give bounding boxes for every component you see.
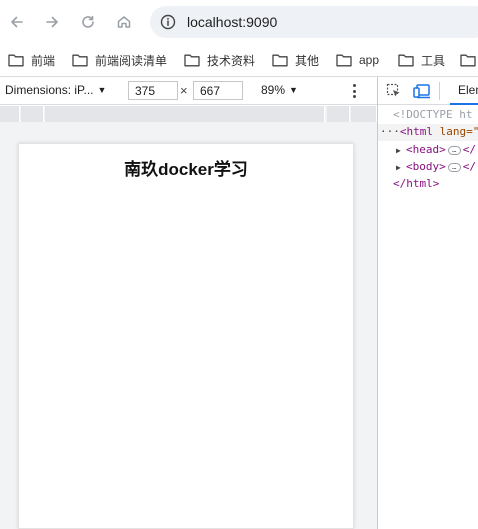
- devtools-tabbar: Elem: [378, 77, 478, 105]
- folder-icon: [398, 54, 414, 67]
- head-tag: <head>: [406, 143, 446, 156]
- folder-icon: [336, 54, 352, 67]
- tab-elements[interactable]: Elem: [458, 83, 478, 97]
- head-close-frag: </: [462, 143, 476, 156]
- dropdown-arrow-icon: ▼: [289, 85, 298, 95]
- device-mode-icon: [413, 84, 430, 99]
- width-input[interactable]: [128, 81, 178, 100]
- home-button[interactable]: [113, 11, 135, 33]
- arrow-right-icon: [46, 16, 58, 28]
- ruler-segment[interactable]: [327, 106, 350, 122]
- media-query-ruler: [0, 106, 378, 122]
- bookmark-folder-app[interactable]: app: [336, 51, 379, 69]
- bookmark-label: 工具: [421, 53, 446, 68]
- address-bar[interactable]: localhost:9090: [150, 6, 478, 38]
- device-toolbar-toggle[interactable]: [413, 82, 431, 100]
- bookmark-label: 前端: [31, 53, 56, 68]
- url-text: localhost:9090: [187, 14, 278, 30]
- bookmark-folder-frontend[interactable]: 前端: [8, 51, 55, 69]
- device-select-label: Dimensions: iP...: [5, 83, 94, 97]
- ruler-segment[interactable]: [0, 106, 20, 122]
- ruler-segment[interactable]: [351, 106, 377, 122]
- forward-button[interactable]: [41, 11, 63, 33]
- kebab-dot: [352, 89, 356, 93]
- bookmark-label: 其他: [295, 53, 320, 68]
- dom-html-close[interactable]: </html>: [393, 177, 439, 190]
- bookmark-label: 技术资料: [207, 53, 256, 68]
- dom-body-node[interactable]: ▶ <body>… </: [396, 160, 476, 173]
- folder-icon: [8, 54, 24, 67]
- dom-head-node[interactable]: ▶ <head>… </: [396, 143, 476, 156]
- more-options-button[interactable]: [350, 82, 358, 100]
- bookmark-label: 前端阅读清单: [95, 53, 168, 68]
- bookmark-folder-overflow[interactable]: [460, 51, 476, 69]
- dimension-separator: ×: [180, 83, 188, 98]
- site-info-button[interactable]: [158, 12, 178, 32]
- inspect-element-button[interactable]: [385, 82, 403, 100]
- folder-icon: [272, 54, 288, 67]
- bookmark-label: app: [359, 53, 380, 67]
- reload-icon: [82, 15, 94, 28]
- node-more-icon[interactable]: ···: [380, 125, 400, 138]
- ellipsis-icon[interactable]: …: [447, 145, 461, 155]
- kebab-dot: [352, 84, 356, 87]
- dom-doctype[interactable]: <!DOCTYPE ht: [393, 108, 472, 121]
- devtools-divider: [439, 82, 440, 100]
- folder-icon: [184, 54, 200, 67]
- ruler-segment[interactable]: [45, 106, 325, 122]
- device-screen: 南玖docker学习: [18, 143, 354, 529]
- device-select[interactable]: Dimensions: iP... ▼: [5, 83, 106, 97]
- back-button[interactable]: [6, 11, 28, 33]
- ruler-segment[interactable]: [21, 106, 44, 122]
- browser-toolbar: localhost:9090: [0, 0, 478, 44]
- expand-triangle-icon[interactable]: ▶: [396, 163, 406, 172]
- folder-icon: [460, 54, 476, 67]
- active-tab-indicator: [450, 103, 478, 105]
- bookmark-folder-other[interactable]: 其他: [272, 51, 319, 69]
- dropdown-arrow-icon: ▼: [97, 85, 107, 95]
- bookmark-folder-tech-docs[interactable]: 技术资料: [184, 51, 255, 69]
- zoom-select-label: 89%: [261, 83, 286, 97]
- page-title: 南玖docker学习: [124, 160, 248, 179]
- bookmarks-bar: 前端 前端阅读清单 技术资料 其他 app 工具: [0, 44, 478, 76]
- bookmark-folder-reading-list[interactable]: 前端阅读清单: [72, 51, 167, 69]
- folder-icon: [72, 54, 88, 67]
- ellipsis-icon[interactable]: …: [447, 162, 461, 172]
- html-lang-attr: lang=": [439, 125, 478, 138]
- inspect-cursor-icon: [386, 83, 400, 97]
- body-tag: <body>: [406, 160, 446, 173]
- home-icon: [117, 16, 131, 28]
- dom-html-node[interactable]: ···<html lang=": [380, 125, 478, 138]
- body-close-frag: </: [462, 160, 476, 173]
- reload-button[interactable]: [77, 11, 99, 33]
- arrow-left-icon: [11, 16, 23, 28]
- kebab-dot: [352, 95, 356, 98]
- info-icon: [160, 14, 176, 30]
- bookmark-folder-tools[interactable]: 工具: [398, 51, 445, 69]
- expand-triangle-icon[interactable]: ▶: [396, 146, 406, 155]
- html-open-tag: <html: [399, 125, 433, 138]
- zoom-select[interactable]: 89% ▼: [261, 83, 298, 97]
- device-toolbar: Dimensions: iP... ▼ × 89% ▼: [0, 77, 378, 105]
- devtools-panel: Elem <!DOCTYPE ht ···<html lang=" ▶<head…: [377, 77, 478, 529]
- height-input[interactable]: [193, 81, 243, 100]
